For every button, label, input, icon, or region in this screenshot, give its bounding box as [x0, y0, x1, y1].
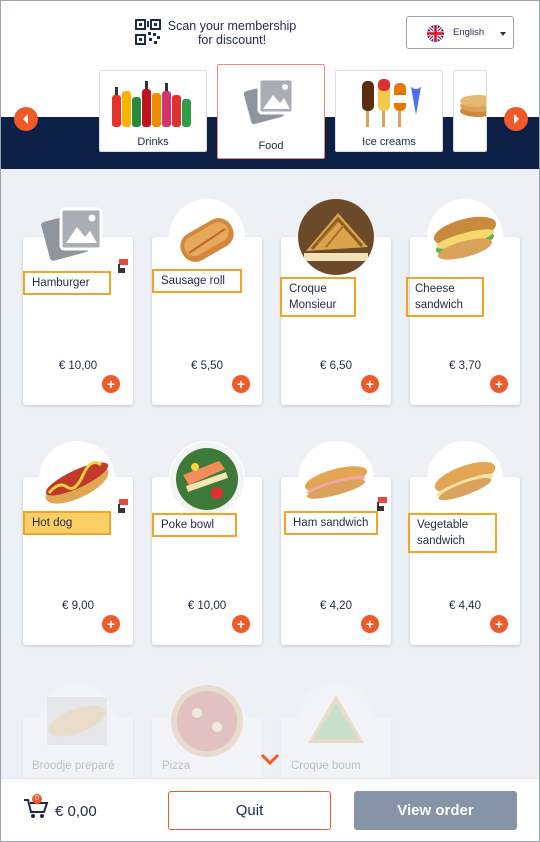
product-name: Sausage roll [152, 269, 242, 293]
quit-button[interactable]: Quit [168, 791, 331, 830]
add-to-cart-button[interactable]: + [490, 375, 508, 393]
cart-button[interactable]: 0 [23, 794, 49, 820]
product-image-cheese-sandwich [427, 199, 503, 275]
kiosk-screen: Scan your membership for discount! Engli… [0, 0, 540, 842]
product-name: Croque Monsieur [280, 277, 356, 317]
touch-cursor-icon [118, 259, 128, 273]
pancakes-image [460, 95, 486, 117]
add-to-cart-button[interactable]: + [361, 375, 379, 393]
product-image-hot-dog [39, 441, 115, 517]
product-image-croque-boum [298, 683, 374, 759]
product-name: Hamburger [23, 271, 111, 295]
product-image-sausage-roll [169, 199, 245, 275]
arrow-right-icon [514, 114, 519, 124]
footer: 0 € 0,00 Quit View order [1, 778, 539, 841]
add-to-cart-button[interactable]: + [232, 375, 250, 393]
add-to-cart-button[interactable]: + [102, 375, 120, 393]
scroll-down-chevron-icon[interactable] [260, 753, 280, 767]
product-image-ham-sandwich [298, 441, 374, 517]
product-price: € 3,70 [449, 360, 481, 372]
arrow-left-icon [23, 114, 28, 124]
language-label: English [453, 27, 485, 38]
category-label: Drinks [137, 136, 169, 148]
product-image-vegetable-sandwich [427, 441, 503, 517]
scan-membership-text: Scan your membership for discount! [167, 19, 297, 47]
category-drinks[interactable]: Drinks [99, 70, 207, 152]
drinks-image [112, 81, 191, 127]
product-name: Broodje preparé [32, 760, 115, 772]
add-to-cart-button[interactable]: + [490, 615, 508, 633]
header: Scan your membership for discount! Engli… [1, 1, 539, 65]
language-select[interactable]: English [406, 16, 514, 49]
category-partial[interactable] [453, 70, 487, 152]
product-name: Vegetable sandwich [408, 513, 497, 553]
product-price: € 4,40 [449, 600, 481, 612]
category-food[interactable]: Food [217, 64, 325, 159]
cart-count-badge: 0 [32, 794, 42, 804]
qr-code-icon [135, 19, 161, 45]
product-name: Hot dog [23, 511, 111, 535]
product-name: Poke bowl [152, 513, 237, 537]
add-to-cart-button[interactable]: + [232, 615, 250, 633]
ice-creams-image [362, 77, 422, 127]
product-price: € 6,50 [320, 360, 352, 372]
product-name: Cheese sandwich [406, 277, 484, 317]
product-name: Ham sandwich [284, 511, 378, 535]
scan-line-1: Scan your membership [167, 19, 297, 33]
product-price: € 10,00 [187, 600, 227, 612]
product-price: € 5,50 [191, 360, 223, 372]
touch-cursor-icon [118, 499, 128, 513]
uk-flag-icon [427, 25, 444, 42]
chevron-down-icon [500, 32, 506, 36]
category-label: Ice creams [362, 136, 416, 148]
product-image-broodje [39, 683, 115, 759]
add-to-cart-button[interactable]: + [102, 615, 120, 633]
scan-line-2: for discount! [197, 33, 267, 47]
product-image-poke-bowl [169, 441, 245, 517]
add-to-cart-button[interactable]: + [361, 615, 379, 633]
product-price: € 4,20 [320, 600, 352, 612]
placeholder-image-icon [243, 77, 295, 125]
product-image-croque-monsieur [298, 199, 374, 275]
category-label: Food [258, 140, 284, 152]
scroll-right-button[interactable] [504, 107, 528, 131]
product-image-pizza [169, 683, 245, 759]
product-price: € 9,00 [62, 600, 94, 612]
scroll-left-button[interactable] [14, 107, 38, 131]
product-name: Croque boum [291, 760, 361, 772]
order-total: € 0,00 [55, 803, 97, 820]
view-order-button[interactable]: View order [354, 791, 517, 830]
product-name: Pizza [162, 760, 191, 772]
category-ice-creams[interactable]: Ice creams [335, 70, 443, 152]
placeholder-image-icon [41, 207, 103, 261]
product-price: € 10,00 [58, 360, 98, 372]
touch-cursor-icon [377, 497, 387, 511]
